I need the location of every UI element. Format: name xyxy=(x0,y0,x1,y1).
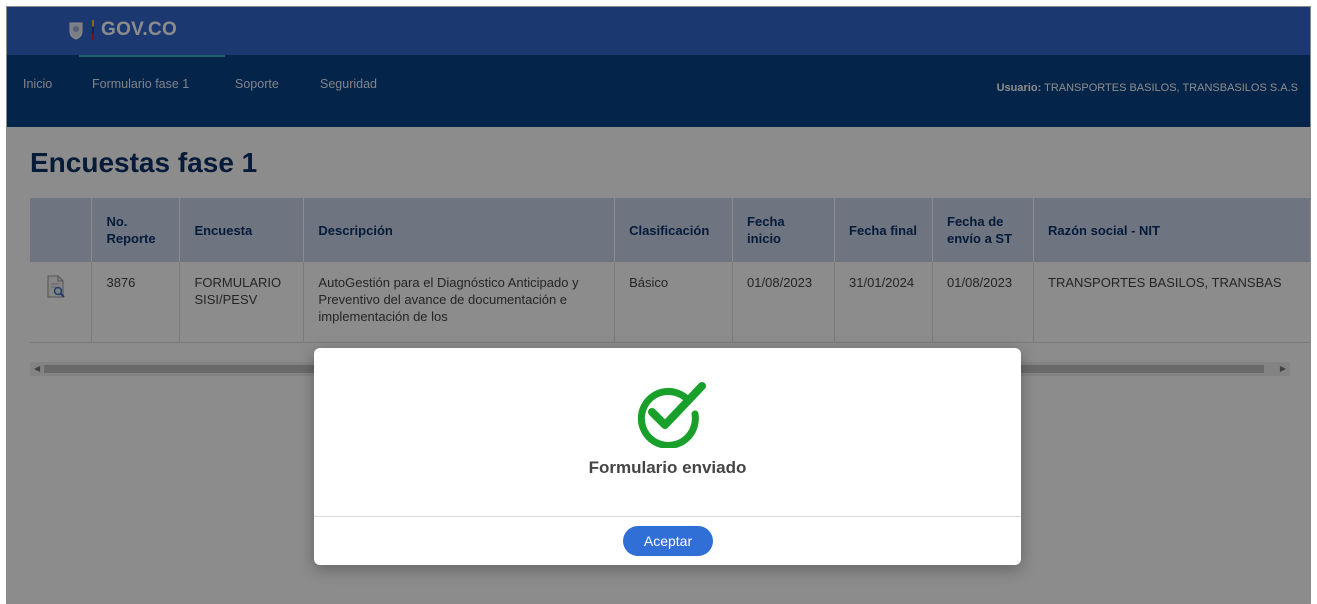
accept-button[interactable]: Aceptar xyxy=(623,526,713,556)
check-circle-icon xyxy=(637,382,706,448)
app-frame: GOV.CO Inicio Formulario fase 1 Soporte … xyxy=(6,6,1311,604)
dialog-divider xyxy=(314,516,1021,517)
success-dialog: Formulario enviado Aceptar xyxy=(314,348,1021,565)
dialog-title: Formulario enviado xyxy=(588,458,747,477)
